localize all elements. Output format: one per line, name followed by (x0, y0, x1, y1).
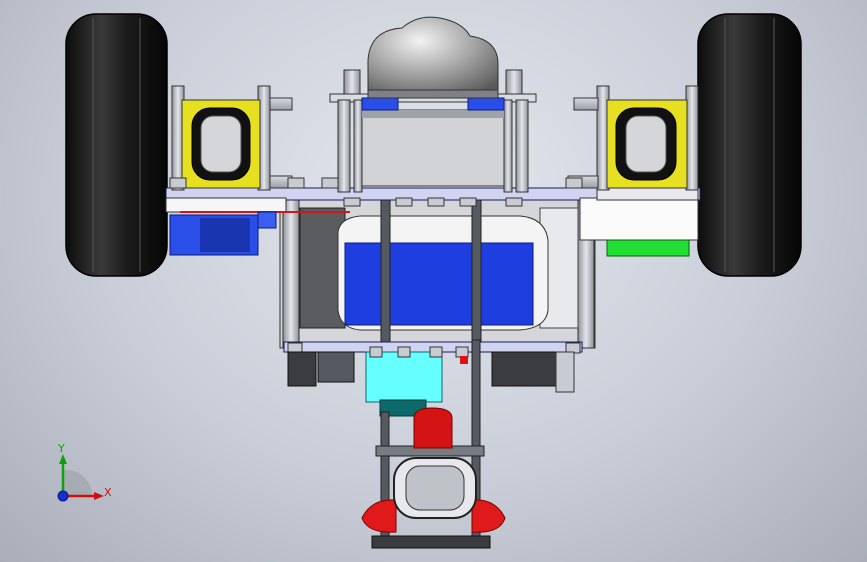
robot-model-drawing (65, 13, 802, 549)
left-wheel (65, 13, 168, 277)
green-module (606, 239, 690, 257)
right-wheel (697, 13, 802, 277)
dome-cover (367, 16, 499, 97)
left-motor-bracket (171, 85, 293, 191)
y-axis-label: Y (58, 442, 65, 455)
cad-viewport[interactable]: Y X (0, 0, 867, 562)
z-axis-dot (57, 490, 69, 502)
control-board (365, 346, 469, 417)
x-axis-label: X (104, 486, 112, 499)
right-motor-bracket (567, 85, 699, 191)
battery-pack (337, 215, 549, 331)
triad-arc (63, 469, 93, 496)
left-motor-block (169, 211, 277, 256)
